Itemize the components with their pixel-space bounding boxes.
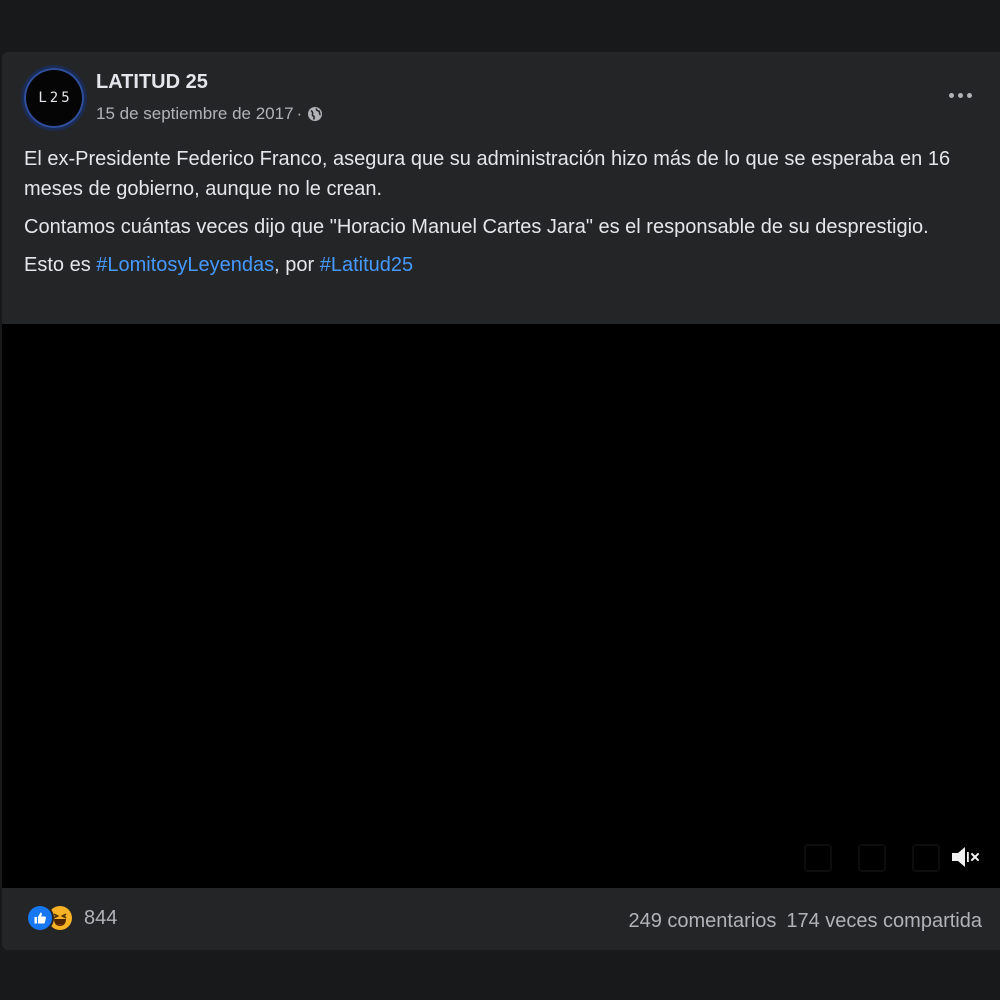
post-paragraph-1: El ex-Presidente Federico Franco, asegur… (24, 148, 951, 200)
shares-count-link[interactable]: 174 veces compartida (786, 910, 982, 933)
globe-icon[interactable] (307, 106, 323, 122)
expand-icon (858, 844, 886, 872)
page-name-link[interactable]: LATITUD 25 (96, 71, 208, 94)
post-footer: 844 249 comentarios 174 veces compartida (2, 888, 1000, 950)
muted-speaker-icon[interactable] (948, 840, 982, 874)
post-meta: 15 de septiembre de 2017 · (96, 104, 323, 124)
page-avatar[interactable]: L25 (24, 68, 84, 128)
post-paragraph-2: Contamos cuántas veces dijo que "Horacio… (24, 216, 929, 238)
video-player[interactable] (2, 324, 1000, 888)
page: L25 LATITUD 25 15 de septiembre de 2017 … (0, 0, 1000, 1000)
more-horizontal-icon (948, 92, 954, 98)
paragraph-3-middle: , por (274, 254, 320, 276)
comments-count-link[interactable]: 249 comentarios (628, 910, 776, 933)
settings-icon (804, 844, 832, 872)
fullscreen-icon (912, 844, 940, 872)
like-icon (28, 906, 52, 930)
reaction-count: 844 (84, 906, 118, 929)
paragraph-3-prefix: Esto es (24, 254, 97, 276)
meta-separator: · (296, 104, 303, 123)
more-options-button[interactable] (942, 80, 978, 110)
post-header: L25 LATITUD 25 15 de septiembre de 2017 … (2, 52, 1000, 142)
post-date-link[interactable]: 15 de septiembre de 2017 (96, 104, 294, 124)
post-stats: 249 comentarios 174 veces compartida (628, 910, 982, 933)
more-horizontal-icon-dot (966, 92, 972, 98)
reactions-summary[interactable]: 844 (28, 906, 117, 930)
hashtag-lomitosyleyendas[interactable]: #LomitosyLeyendas (96, 254, 274, 276)
post-paragraph-3: Esto es #LomitosyLeyendas, por #Latitud2… (24, 250, 979, 280)
post-message: El ex-Presidente Federico Franco, asegur… (24, 144, 979, 288)
hashtag-latitud25[interactable]: #Latitud25 (320, 254, 413, 276)
video-control-icons-faded (804, 844, 940, 872)
post-card: L25 LATITUD 25 15 de septiembre de 2017 … (2, 52, 1000, 950)
more-horizontal-icon-dot (957, 92, 963, 98)
avatar-logo-text: L25 (38, 90, 73, 106)
